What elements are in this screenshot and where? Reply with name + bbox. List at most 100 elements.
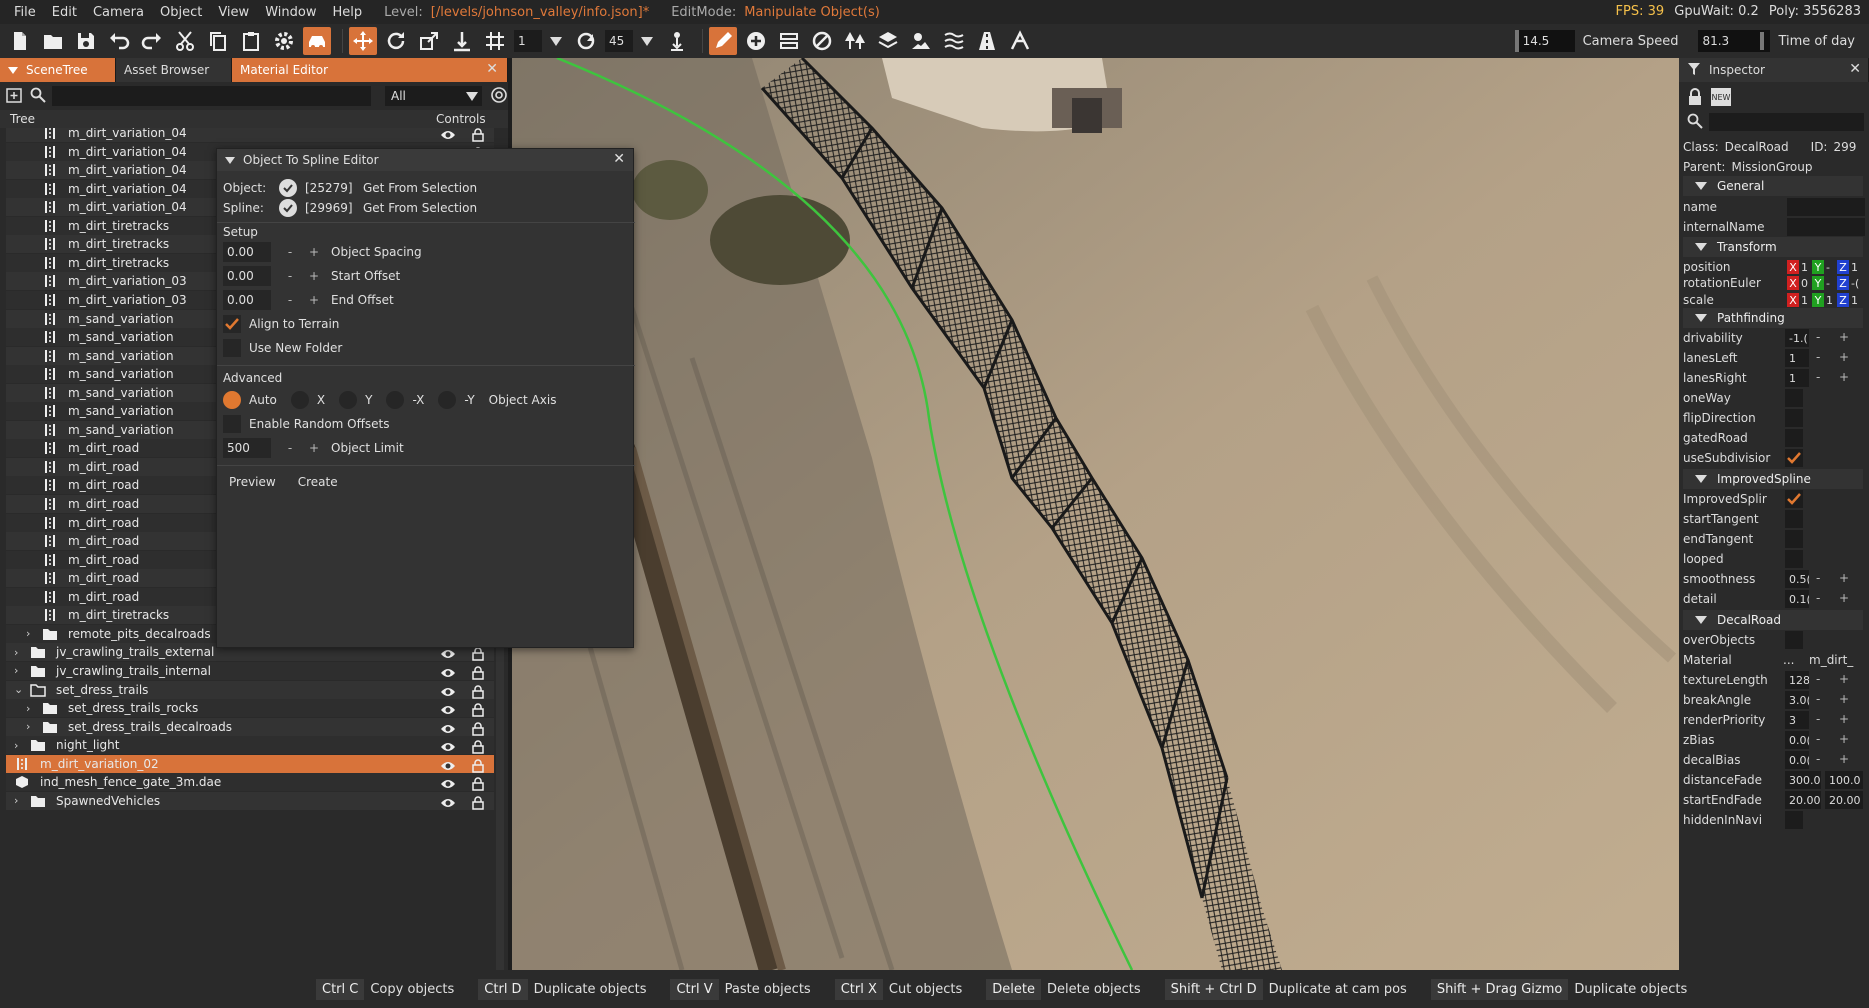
menu-camera[interactable]: Camera: [85, 5, 152, 20]
tree-folder-row[interactable]: › set_dress_trails_rocks: [6, 699, 494, 718]
object-spacing-field[interactable]: 0.00: [223, 242, 271, 262]
lock-icon[interactable]: [470, 128, 486, 143]
axis-x-radio[interactable]: [290, 391, 309, 409]
align-terrain-checkbox[interactable]: [223, 315, 241, 333]
lock-icon[interactable]: [470, 795, 486, 811]
expand-chevron-icon[interactable]: ›: [14, 664, 24, 677]
axis-neg-y-radio[interactable]: [438, 391, 457, 409]
detail-minus[interactable]: -: [1816, 591, 1820, 605]
texturelength-plus[interactable]: +: [1839, 672, 1849, 686]
tree-row[interactable]: ind_mesh_fence_gate_3m.dae: [6, 773, 494, 792]
tab-material-editor[interactable]: Material Editor: [232, 58, 508, 82]
tree-filter-select[interactable]: All: [385, 86, 482, 106]
renderpriority-input[interactable]: 3: [1785, 711, 1809, 729]
add-object-icon[interactable]: [742, 27, 770, 55]
spline-get-selection-button[interactable]: Get From Selection: [363, 201, 477, 215]
material-browse-button[interactable]: ...: [1783, 653, 1794, 667]
scale-xyz[interactable]: X1Y1Z1: [1787, 293, 1862, 307]
end-offset-plus[interactable]: +: [307, 293, 321, 307]
lock-icon[interactable]: [470, 646, 486, 662]
tree-folder-row[interactable]: › SpawnedVehicles: [6, 791, 494, 811]
gatedroad-checkbox[interactable]: [1785, 429, 1803, 447]
filter-funnel-icon[interactable]: [1687, 62, 1701, 79]
detail-input[interactable]: 0.1(: [1785, 590, 1809, 608]
startendfade-b-input[interactable]: 20.00: [1825, 791, 1863, 809]
axis-y-radio[interactable]: [339, 391, 358, 409]
lanesright-plus[interactable]: +: [1839, 370, 1849, 384]
menu-help[interactable]: Help: [324, 5, 370, 20]
tree-folder-row[interactable]: › jv_crawling_trails_internal: [6, 661, 494, 680]
name-input[interactable]: [1787, 198, 1865, 216]
oneway-checkbox[interactable]: [1785, 389, 1803, 407]
breakangle-input[interactable]: 3.0(: [1785, 691, 1809, 709]
drop-to-ground-icon[interactable]: [663, 27, 691, 55]
object-get-selection-button[interactable]: Get From Selection: [363, 181, 477, 195]
mesh-road-icon[interactable]: [973, 27, 1001, 55]
usesubdivision-checkbox[interactable]: [1785, 449, 1803, 467]
visibility-eye-icon[interactable]: [440, 795, 456, 811]
expand-chevron-icon[interactable]: ›: [26, 627, 36, 640]
copy-icon[interactable]: [204, 27, 232, 55]
inspector-search-input[interactable]: [1709, 113, 1864, 131]
menu-file[interactable]: File: [6, 5, 44, 20]
menu-view[interactable]: View: [210, 5, 257, 20]
rotate-gizmo-icon[interactable]: [382, 27, 410, 55]
lock-icon[interactable]: [470, 776, 486, 792]
renderpriority-plus[interactable]: +: [1839, 712, 1849, 726]
settings-gear-icon[interactable]: [270, 27, 298, 55]
random-offsets-checkbox[interactable]: [223, 415, 241, 433]
end-offset-field[interactable]: 0.00: [223, 290, 271, 310]
road-tool-icon[interactable]: [775, 27, 803, 55]
zbias-input[interactable]: 0.0(: [1785, 731, 1809, 749]
translate-gizmo-icon[interactable]: [349, 27, 377, 55]
open-folder-icon[interactable]: [39, 27, 67, 55]
lanesleft-minus[interactable]: -: [1816, 350, 1820, 364]
texturelength-minus[interactable]: -: [1816, 672, 1820, 686]
expand-chevron-icon[interactable]: ›: [14, 646, 24, 659]
lock-icon[interactable]: [470, 702, 486, 718]
time-of-day-slider[interactable]: 81.3: [1698, 30, 1771, 52]
axis-neg-x-radio[interactable]: [386, 391, 405, 409]
tree-folder-row[interactable]: ⌄ set_dress_trails: [6, 680, 494, 699]
lock-icon[interactable]: [470, 758, 486, 774]
start-offset-field[interactable]: 0.00: [223, 266, 271, 286]
angle-snap-field[interactable]: 45: [605, 30, 633, 52]
undo-icon[interactable]: [105, 27, 133, 55]
river-tool-icon[interactable]: [940, 27, 968, 55]
snap-terrain-icon[interactable]: [448, 27, 476, 55]
lanesleft-plus[interactable]: +: [1839, 350, 1849, 364]
save-icon[interactable]: [72, 27, 100, 55]
decalbias-input[interactable]: 0.0(: [1785, 751, 1809, 769]
grid-size-field[interactable]: 1: [514, 30, 542, 52]
visibility-eye-icon[interactable]: [440, 646, 456, 662]
lanesleft-input[interactable]: 1: [1785, 349, 1809, 367]
visibility-eye-icon[interactable]: [440, 758, 456, 774]
lanesright-minus[interactable]: -: [1816, 370, 1820, 384]
target-icon[interactable]: [490, 86, 508, 107]
looped-checkbox[interactable]: [1785, 550, 1803, 568]
section-pathfinding[interactable]: Pathfinding: [1683, 308, 1863, 328]
preview-button[interactable]: Preview: [229, 475, 276, 489]
cut-icon[interactable]: [171, 27, 199, 55]
renderpriority-minus[interactable]: -: [1816, 712, 1820, 726]
zbias-plus[interactable]: +: [1839, 732, 1849, 746]
use-new-folder-checkbox[interactable]: [223, 339, 241, 357]
start-offset-plus[interactable]: +: [307, 269, 321, 283]
drivability-minus[interactable]: -: [1816, 330, 1820, 344]
object-limit-minus[interactable]: -: [283, 441, 297, 455]
rotation-xyz[interactable]: X 0 Y - Z -(: [1787, 276, 1862, 290]
tree-folder-row[interactable]: › night_light: [6, 736, 494, 755]
forest-tool-icon[interactable]: [841, 27, 869, 55]
axis-auto-radio[interactable]: [223, 391, 241, 409]
grid-snap-icon[interactable]: [481, 27, 509, 55]
startendfade-a-input[interactable]: 20.00: [1785, 791, 1821, 809]
visibility-eye-icon[interactable]: [440, 702, 456, 718]
expand-chevron-icon[interactable]: ›: [26, 702, 36, 715]
visibility-eye-icon[interactable]: [440, 776, 456, 792]
object-spacing-minus[interactable]: -: [283, 245, 297, 259]
start-offset-minus[interactable]: -: [283, 269, 297, 283]
angle-dropdown-icon[interactable]: [641, 36, 653, 46]
zbias-minus[interactable]: -: [1816, 732, 1820, 746]
menu-window[interactable]: Window: [257, 5, 324, 20]
smoothness-minus[interactable]: -: [1816, 571, 1820, 585]
